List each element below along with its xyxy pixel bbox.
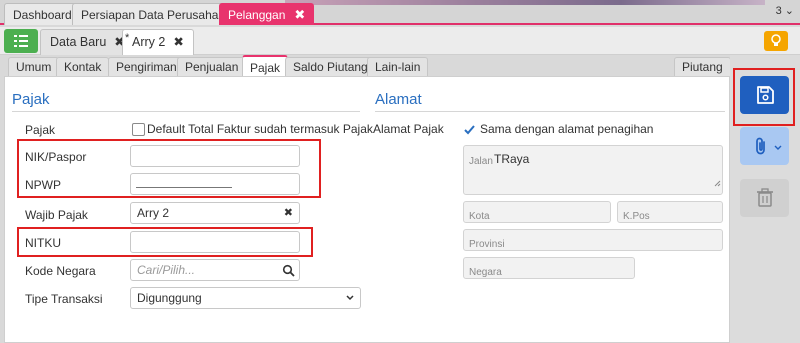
chevron-down-icon [774, 141, 782, 155]
alamat-section-title: Alamat [375, 91, 422, 108]
tab-pengiriman[interactable]: Pengiriman [108, 57, 185, 77]
wajib-pajak-label: Wajib Pajak [25, 208, 88, 222]
chevron-down-icon [345, 288, 355, 314]
delete-button[interactable] [740, 179, 789, 217]
tab-piutang[interactable]: Piutang [674, 57, 731, 77]
tab-lain-lain[interactable]: Lain-lain [367, 57, 429, 77]
section-divider [12, 111, 360, 112]
kode-negara-search[interactable]: Cari/Pilih... [130, 259, 300, 281]
tab-pelanggan[interactable]: Pelanggan ✖ [219, 3, 315, 25]
close-icon[interactable]: ✖ [173, 35, 183, 49]
same-address-checkbox-label: Sama dengan alamat penagihan [480, 122, 654, 136]
alamat-pajak-label: Alamat Pajak [373, 122, 444, 136]
wajib-pajak-field[interactable]: Arry 2 ✖ [130, 202, 300, 224]
tipe-transaksi-select[interactable]: Digunggung [130, 287, 361, 309]
tab-penjualan[interactable]: Penjualan [177, 57, 247, 77]
header-decoration [285, 0, 765, 5]
doc-tab-arry-2[interactable]: * Arry 2 ✖ [122, 29, 194, 55]
nik-paspor-input[interactable] [130, 145, 300, 167]
tax-inclusive-checkbox[interactable] [132, 123, 145, 136]
nik-paspor-label: NIK/Paspor [25, 150, 87, 164]
paperclip-icon [753, 136, 769, 159]
top-tab-bar: Dashboard Persiapan Data Perusahaan Pela… [0, 0, 800, 25]
pajak-label: Pajak [25, 123, 56, 137]
resize-handle-icon[interactable] [714, 173, 721, 193]
npwp-mask-underline [136, 187, 232, 188]
document-tab-bar: Data Baru ✖ * Arry 2 ✖ [0, 27, 800, 55]
negara-input[interactable]: Negara [463, 257, 635, 279]
save-icon [755, 85, 775, 108]
tab-count-dropdown[interactable]: 3 ⌄ [776, 4, 794, 17]
tab-persiapan-data-perusahaan[interactable]: Persiapan Data Perusahaan [72, 3, 241, 25]
jalan-textarea[interactable]: Jalan TRaya [463, 145, 723, 195]
kota-input[interactable]: Kota [463, 201, 611, 223]
tips-button[interactable] [764, 31, 788, 51]
doc-tab-data-baru[interactable]: Data Baru ✖ [40, 29, 135, 55]
checkmark-icon[interactable] [463, 123, 476, 139]
tab-pajak[interactable]: Pajak [242, 55, 289, 77]
npwp-input[interactable] [130, 173, 300, 195]
tipe-transaksi-label: Tipe Transaksi [25, 292, 103, 306]
close-icon[interactable]: ✖ [294, 7, 305, 22]
unsaved-indicator: * [125, 32, 130, 44]
pajak-section-title: Pajak [12, 91, 50, 108]
customer-section-tabs: Umum Kontak Pengiriman Penjualan Pajak S… [0, 55, 731, 77]
section-divider [375, 111, 725, 112]
tab-dashboard[interactable]: Dashboard [4, 3, 81, 25]
clear-icon[interactable]: ✖ [284, 203, 293, 223]
nitku-label: NITKU [25, 236, 61, 250]
kode-pos-input[interactable]: K.Pos [617, 201, 723, 223]
lightbulb-icon [764, 34, 788, 54]
tab-kontak[interactable]: Kontak [56, 57, 110, 77]
save-button[interactable] [740, 76, 789, 114]
pajak-panel: Pajak Pajak Default Total Faktur sudah t… [4, 76, 730, 343]
tab-saldo-piutang[interactable]: Saldo Piutang [285, 57, 376, 77]
attachment-button[interactable] [740, 127, 789, 165]
npwp-label: NPWP [25, 178, 61, 192]
tax-inclusive-checkbox-label: Default Total Faktur sudah termasuk Paja… [147, 122, 373, 136]
trash-icon [756, 188, 774, 211]
list-icon [14, 34, 28, 48]
provinsi-input[interactable]: Provinsi [463, 229, 723, 251]
list-view-button[interactable] [4, 29, 38, 53]
tab-umum[interactable]: Umum [8, 57, 60, 77]
nitku-input[interactable] [130, 231, 300, 253]
kode-negara-label: Kode Negara [25, 264, 96, 278]
action-column [730, 55, 800, 343]
search-icon[interactable] [282, 263, 295, 283]
